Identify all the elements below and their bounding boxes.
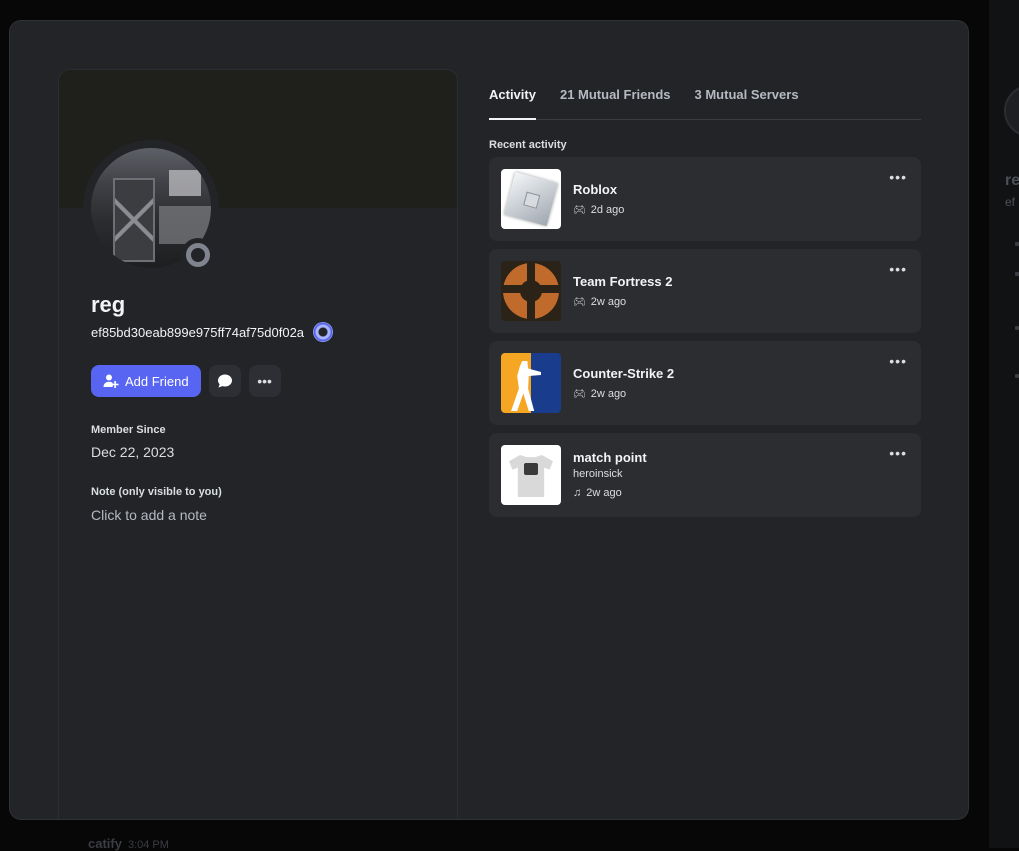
background-chat-time: 3:04 PM xyxy=(127,839,169,851)
activity-time: 2d ago xyxy=(590,204,625,216)
note-input[interactable]: Click to add a note xyxy=(91,507,207,523)
activity-meta: 🎮︎ 2w ago xyxy=(573,388,626,400)
team-fortress-2-game-icon xyxy=(501,261,561,321)
activity-more-icon[interactable]: ••• xyxy=(889,353,907,369)
add-friend-icon xyxy=(103,374,119,388)
background-chat-author: catify xyxy=(88,836,122,851)
background-chat-message: catify 3:04 PM xyxy=(88,836,169,851)
background-member-panel: re ef xyxy=(989,0,1019,848)
activity-title: Team Fortress 2 xyxy=(573,274,673,289)
member-since-label: Member Since xyxy=(91,424,166,436)
activity-title: Roblox xyxy=(573,182,618,197)
member-since-value: Dec 22, 2023 xyxy=(91,444,175,460)
add-friend-button[interactable]: Add Friend xyxy=(91,365,201,397)
profile-actions: Add Friend ••• xyxy=(91,365,281,397)
gamepad-icon: 🎮︎ xyxy=(573,296,586,308)
background-dot xyxy=(1015,242,1019,246)
activity-meta: 🎮︎ 2w ago xyxy=(573,296,626,308)
track-title: match point xyxy=(573,450,647,465)
activity-title: Counter-Strike 2 xyxy=(573,366,675,381)
counter-strike-2-game-icon xyxy=(501,353,561,413)
background-name: re xyxy=(1005,172,1019,189)
chat-bubble-icon xyxy=(217,374,232,388)
activity-time: 2w ago xyxy=(590,296,627,308)
music-note-icon: ♫ xyxy=(573,487,582,499)
background-dot xyxy=(1015,374,1019,378)
more-horizontal-icon: ••• xyxy=(257,373,272,389)
offline-status-icon xyxy=(186,243,210,267)
background-dot xyxy=(1015,272,1019,276)
avatar-frame xyxy=(83,140,219,276)
profile-tabs: Activity 21 Mutual Friends 3 Mutual Serv… xyxy=(489,87,921,120)
album-art-image xyxy=(501,445,561,505)
activity-more-icon[interactable]: ••• xyxy=(889,261,907,277)
message-button[interactable] xyxy=(208,365,241,397)
more-options-button[interactable]: ••• xyxy=(248,365,281,397)
tab-mutual-friends[interactable]: 21 Mutual Friends xyxy=(560,87,671,119)
activity-time: 2w ago xyxy=(586,487,622,499)
gamepad-icon: 🎮︎ xyxy=(573,204,586,216)
activity-card-counter-strike-2[interactable]: Counter-Strike 2 🎮︎ 2w ago ••• xyxy=(489,341,921,425)
activity-meta: 🎮︎ 2d ago xyxy=(573,204,624,216)
tab-mutual-servers[interactable]: 3 Mutual Servers xyxy=(695,87,799,119)
profile-panel: reg ef85bd30eab899e975ff74af75d0f02a Add… xyxy=(58,69,458,819)
activity-card-team-fortress-2[interactable]: Team Fortress 2 🎮︎ 2w ago ••• xyxy=(489,249,921,333)
note-label: Note (only visible to you) xyxy=(91,486,222,498)
activity-more-icon[interactable]: ••• xyxy=(889,169,907,185)
activity-time: 2w ago xyxy=(590,388,627,400)
track-artist: heroinsick xyxy=(573,468,623,480)
nitro-badge-icon[interactable] xyxy=(314,323,333,341)
background-avatar xyxy=(1004,85,1019,137)
profile-tag[interactable]: ef85bd30eab899e975ff74af75d0f02a xyxy=(91,325,304,340)
background-dot xyxy=(1015,326,1019,330)
add-friend-label: Add Friend xyxy=(125,373,189,389)
profile-username: reg xyxy=(91,292,126,317)
activity-meta: ♫ 2w ago xyxy=(573,487,622,499)
tab-activity[interactable]: Activity xyxy=(489,87,536,120)
recent-activity-label: Recent activity xyxy=(489,139,567,151)
profile-tag-row: ef85bd30eab899e975ff74af75d0f02a xyxy=(91,323,333,341)
gamepad-icon: 🎮︎ xyxy=(573,388,586,400)
user-profile-modal: reg ef85bd30eab899e975ff74af75d0f02a Add… xyxy=(9,20,969,820)
activity-more-icon[interactable]: ••• xyxy=(889,445,907,461)
background-subtext: ef xyxy=(1005,195,1016,209)
roblox-game-icon xyxy=(501,169,561,229)
activity-card-roblox[interactable]: Roblox 🎮︎ 2d ago ••• xyxy=(489,157,921,241)
status-indicator xyxy=(181,238,215,272)
activity-card-match-point[interactable]: match point heroinsick ♫ 2w ago ••• xyxy=(489,433,921,517)
